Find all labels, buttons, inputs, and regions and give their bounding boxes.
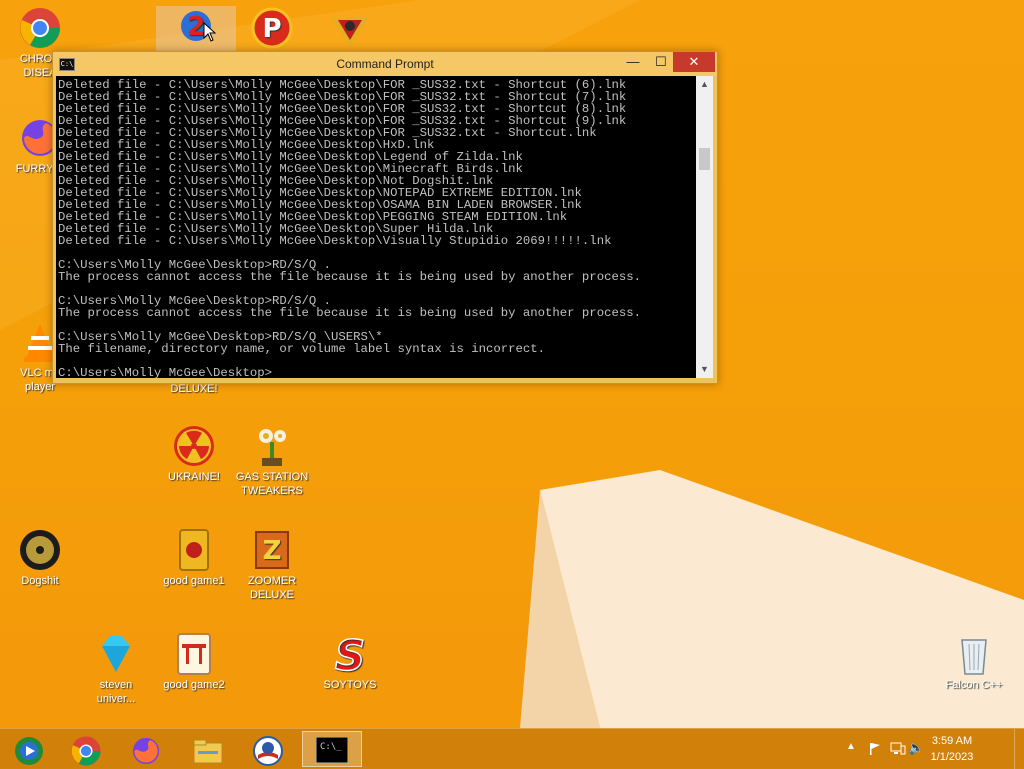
- taskbar-clock[interactable]: 3:59 AM 1/1/2023: [920, 733, 984, 765]
- svg-text:S: S: [335, 632, 365, 676]
- title-bar[interactable]: C:\ Command Prompt — ☐ ✕: [53, 52, 717, 76]
- gem-icon: [102, 636, 130, 672]
- system-tray: ▲ 🔈: [846, 729, 924, 769]
- icon-label: UKRAINE!: [168, 471, 220, 483]
- desktop-icon-falcon-cpp[interactable]: Falcon C++: [934, 632, 1014, 692]
- window-title: Command Prompt: [336, 57, 434, 71]
- icon-label: ZOOMER DELUXE: [247, 575, 297, 601]
- p-logo-icon: P: [251, 7, 293, 49]
- flower-plant-icon: [259, 429, 286, 466]
- icon-label: DELUXE!: [170, 383, 218, 395]
- desktop-icon-good-game1[interactable]: good game1: [154, 528, 234, 588]
- tray-overflow-chevron-icon[interactable]: ▲: [846, 741, 856, 752]
- command-prompt-window[interactable]: C:\ Command Prompt — ☐ ✕ Deleted file - …: [52, 51, 718, 384]
- clock-date: 1/1/2023: [930, 751, 974, 763]
- emblem-icon: [332, 18, 368, 46]
- desktop-icon-top-2[interactable]: P: [232, 6, 312, 52]
- disc-icon: [20, 530, 60, 570]
- shrine-tile-icon: [177, 633, 211, 675]
- taskbar-obama-app[interactable]: [240, 731, 296, 767]
- chrome-icon: [20, 8, 60, 48]
- desktop-icon-ukraine[interactable]: UKRAINE!: [154, 424, 234, 484]
- icon-label: Dogshit: [21, 575, 59, 587]
- action-center-flag-icon[interactable]: [868, 742, 882, 756]
- radiation-icon: [174, 426, 214, 466]
- minimize-button[interactable]: —: [619, 52, 647, 72]
- scroll-thumb[interactable]: [699, 148, 710, 170]
- scroll-down-arrow[interactable]: ▼: [696, 361, 713, 378]
- taskbar-start-app[interactable]: [2, 731, 58, 767]
- desktop-icon-deluxe[interactable]: DELUXE!: [154, 382, 234, 396]
- icon-label: Falcon C++: [945, 679, 1003, 691]
- taskbar: C:\_ ▲ 🔈 3:59 AM 1/1/2023: [0, 728, 1024, 769]
- cmd-icon: C:\_: [316, 737, 348, 763]
- icon-label: good game2: [163, 679, 225, 691]
- desktop-icon-soytoys[interactable]: S SOYTOYS: [310, 632, 390, 692]
- close-button[interactable]: ✕: [673, 52, 715, 72]
- s-logo-icon: S: [334, 632, 366, 676]
- console-output-area[interactable]: Deleted file - C:\Users\Molly McGee\Desk…: [56, 76, 696, 378]
- clock-time: 3:59 AM: [931, 735, 973, 747]
- svg-text:Z: Z: [263, 536, 282, 566]
- z-block-icon: Z: [255, 531, 289, 569]
- chrome-icon: [71, 736, 101, 766]
- desktop-icon-zoomer-deluxe[interactable]: Z ZOOMER DELUXE: [232, 528, 312, 602]
- desktop-icon-dogshit[interactable]: Dogshit: [0, 528, 80, 588]
- mahjong-tile-icon: [179, 529, 209, 571]
- desktop-icon-top-1[interactable]: 2: [156, 6, 236, 52]
- icon-label: GAS STATION TWEAKERS: [235, 471, 309, 497]
- taskbar-command-prompt[interactable]: C:\_: [302, 731, 362, 767]
- icon-label: SOYTOYS: [323, 679, 377, 691]
- icon-label: steven univer...: [96, 679, 136, 705]
- vertical-scrollbar[interactable]: ▲ ▼: [696, 76, 713, 378]
- taskbar-firefox[interactable]: [118, 731, 174, 767]
- desktop-icon-gas-station-tweakers[interactable]: GAS STATION TWEAKERS: [232, 424, 312, 498]
- mouse-cursor-icon: [203, 22, 217, 42]
- taskbar-file-explorer[interactable]: [180, 731, 236, 767]
- campaign-logo-icon: [253, 736, 283, 766]
- recycle-bin-icon: [961, 639, 987, 675]
- maximize-button[interactable]: ☐: [647, 52, 675, 72]
- media-center-icon: [15, 737, 43, 765]
- desktop-icon-good-game2[interactable]: good game2: [154, 632, 234, 692]
- show-desktop-button[interactable]: [1014, 729, 1024, 769]
- folder-icon: [193, 739, 223, 764]
- console-text: Deleted file - C:\Users\Molly McGee\Desk…: [58, 78, 641, 378]
- firefox-icon: [132, 737, 160, 765]
- desktop-icon-top-3[interactable]: [310, 6, 390, 52]
- svg-text:P: P: [262, 14, 281, 44]
- scroll-up-arrow[interactable]: ▲: [696, 76, 713, 93]
- cmd-icon-text: C:\_: [320, 742, 342, 752]
- icon-label: good game1: [163, 575, 225, 587]
- taskbar-chrome[interactable]: [58, 731, 114, 767]
- network-icon[interactable]: [890, 742, 906, 756]
- desktop-icon-steven-universe[interactable]: steven univer...: [76, 632, 156, 706]
